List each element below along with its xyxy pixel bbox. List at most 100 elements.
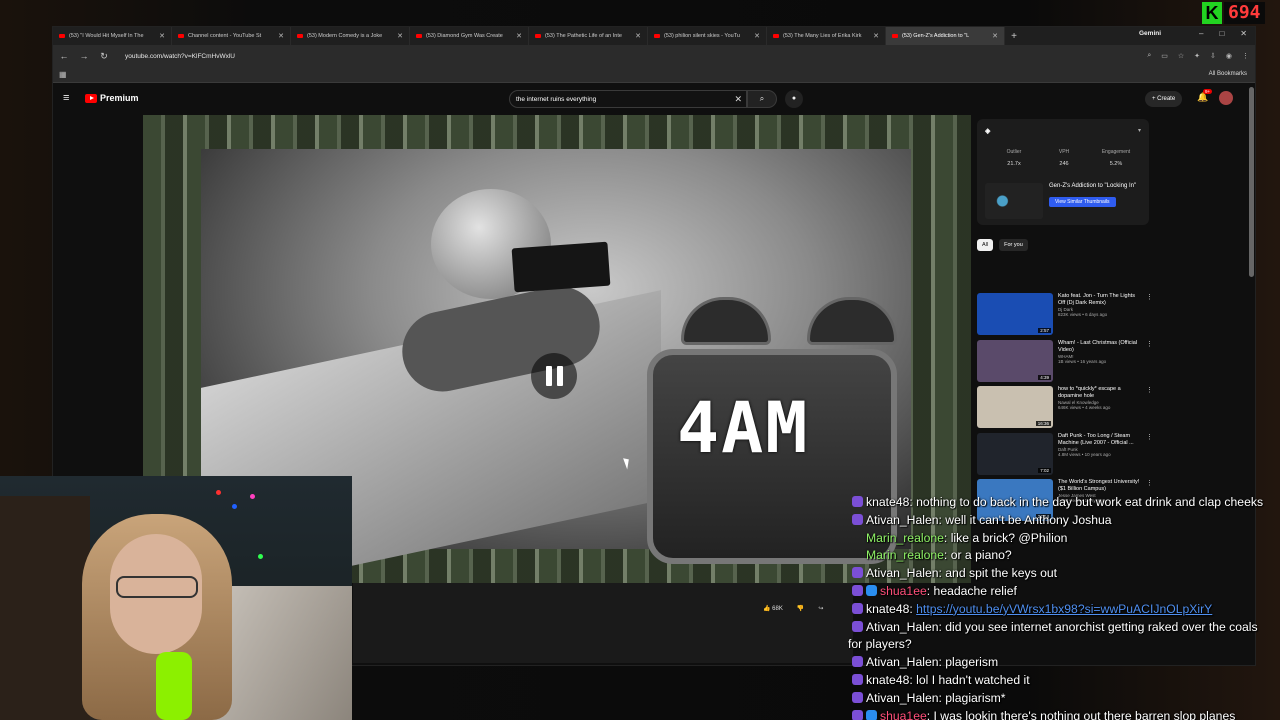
forward-icon[interactable]: → <box>79 51 89 61</box>
video-title[interactable]: Wham! - Last Christmas (Official Video) <box>1058 340 1141 354</box>
chat-username[interactable]: Ativan_Halen <box>866 620 939 634</box>
close-tab-icon[interactable]: ✕ <box>635 32 641 40</box>
close-window-icon[interactable]: ✕ <box>1240 29 1247 38</box>
tab-strip: (53) "I Would Hit Myself In The ✕ Channel … <box>53 27 1255 45</box>
more-actions-icon[interactable]: ⋮ <box>1146 340 1153 384</box>
more-actions-icon[interactable]: ⋮ <box>1146 386 1153 430</box>
hamburger-menu-icon[interactable]: ≡ <box>63 92 69 104</box>
browser-tab[interactable]: (53) Diamond Gym Was Create ✕ <box>410 27 529 45</box>
search-button[interactable]: ⌕ <box>747 90 777 108</box>
clear-search-icon[interactable]: ✕ <box>734 94 742 105</box>
apps-grid-icon[interactable]: ▦ <box>59 70 67 79</box>
close-tab-icon[interactable]: ✕ <box>516 32 522 40</box>
downloads-icon[interactable]: ⇩ <box>1210 52 1216 60</box>
bookmark-star-icon[interactable]: ☆ <box>1178 52 1184 60</box>
chat-username[interactable]: Ativan_Halen <box>866 566 939 580</box>
browser-tab[interactable]: (53) philion silent skies - YouTu ✕ <box>648 27 767 45</box>
browser-tab[interactable]: Channel content - YouTube St ✕ <box>172 27 291 45</box>
close-tab-icon[interactable]: ✕ <box>754 32 760 40</box>
chat-message: knate48: lol I hadn't watched it <box>848 672 1270 690</box>
chat-username[interactable]: shua1ee <box>880 709 927 720</box>
menu-icon[interactable]: ⋮ <box>1242 52 1249 60</box>
gemini-button[interactable]: Gemini <box>1139 30 1161 37</box>
create-button[interactable]: + Create <box>1145 91 1183 107</box>
dislike-icon[interactable]: 👎 <box>797 605 804 612</box>
gift-badge-icon <box>866 709 877 720</box>
maximize-icon[interactable]: □ <box>1219 29 1224 38</box>
video-thumbnail[interactable]: 7:02 <box>977 433 1053 475</box>
close-tab-icon[interactable]: ✕ <box>992 32 998 40</box>
chat-username[interactable]: Ativan_Halen <box>866 655 939 669</box>
video-thumbnail[interactable]: 16:36 <box>977 386 1053 428</box>
browser-tab[interactable]: (53) "I Would Hit Myself In The ✕ <box>53 27 172 45</box>
chat-username[interactable]: Marin_realone <box>866 531 944 545</box>
youtube-favicon-icon <box>297 34 303 38</box>
stat-value: 5.2% <box>1109 161 1123 167</box>
chat-username[interactable]: knate48 <box>866 602 909 616</box>
youtube-logo[interactable]: Premium <box>85 93 139 103</box>
chat-username[interactable]: knate48 <box>866 495 909 509</box>
minimize-icon[interactable]: – <box>1199 29 1203 38</box>
chip-all[interactable]: All <box>977 239 994 251</box>
chat-text: : plagiarism* <box>938 690 1006 705</box>
browser-tab[interactable]: (53) Gen-Z's Addiction to "L ✕ <box>886 27 1005 45</box>
all-bookmarks-button[interactable]: All Bookmarks <box>1209 71 1247 77</box>
chat-text: : headache relief <box>926 583 1017 598</box>
back-icon[interactable]: ← <box>59 51 69 61</box>
video-title[interactable]: The World's Strongest University! ($1 Bi… <box>1058 479 1141 493</box>
pause-button[interactable] <box>531 353 577 399</box>
voice-search-button[interactable]: ● <box>785 90 803 108</box>
account-avatar[interactable] <box>1219 91 1233 105</box>
video-title[interactable]: Daft Punk - Too Long / Steam Machine (Li… <box>1058 433 1141 447</box>
view-similar-thumbnails-button[interactable]: View Similar Thumbnails <box>1049 197 1116 208</box>
video-title[interactable]: how to *quickly* escape a dopamine hole <box>1058 386 1141 400</box>
stat-label: VPH <box>1058 149 1070 155</box>
search-input[interactable]: the internet ruins everything ✕ <box>509 90 747 108</box>
recommended-video[interactable]: 16:36 how to *quickly* escape a dopamine … <box>977 386 1153 430</box>
subscriber-badge-icon <box>852 709 863 720</box>
zoom-icon[interactable]: ⌕ <box>1147 52 1151 60</box>
clock-bell-left <box>681 297 771 345</box>
chat-link[interactable]: https://youtu.be/yVWrsx1bx98?si=wwPuACIJ… <box>916 602 1212 616</box>
share-icon[interactable]: ↪ <box>818 605 823 612</box>
more-actions-icon[interactable]: ⋮ <box>1146 293 1153 337</box>
recommended-video[interactable]: 7:02 Daft Punk - Too Long / Steam Machine… <box>977 433 1153 477</box>
chip-for-you[interactable]: For you <box>999 239 1028 251</box>
chat-username[interactable]: Ativan_Halen <box>866 513 939 527</box>
url-field[interactable]: youtube.com/watch?v=KlFCmHvWxlU <box>125 53 1137 60</box>
cast-icon[interactable]: ▭ <box>1161 52 1168 60</box>
extensions-icon[interactable]: ✦ <box>1194 52 1200 60</box>
extension-dropdown-icon[interactable]: ▾ <box>1138 127 1141 134</box>
scrollbar[interactable] <box>1249 87 1254 277</box>
new-tab-icon[interactable]: + <box>1005 31 1023 42</box>
chat-username[interactable]: knate48 <box>866 673 909 687</box>
tab-title: (53) "I Would Hit Myself In The <box>69 33 144 39</box>
close-tab-icon[interactable]: ✕ <box>159 32 165 40</box>
recommended-video[interactable]: 4:39 Wham! - Last Christmas (Official Vid… <box>977 340 1153 384</box>
browser-tab[interactable]: (53) The Pathetic Life of an Inte ✕ <box>529 27 648 45</box>
reload-icon[interactable]: ↻ <box>99 51 109 62</box>
chat-username[interactable]: shua1ee <box>880 584 927 598</box>
like-button[interactable]: 👍 68K <box>763 605 783 612</box>
extension-logo-icon: ◈ <box>985 128 991 135</box>
close-tab-icon[interactable]: ✕ <box>397 32 403 40</box>
chat-username[interactable]: Ativan_Halen <box>866 691 939 705</box>
chat-message: shua1ee: headache relief <box>848 583 1270 601</box>
recommended-video[interactable]: 2:57 Kato feat. Jon - Turn The Lights Off… <box>977 293 1153 337</box>
browser-tab[interactable]: (53) Modern Comedy is a Joke ✕ <box>291 27 410 45</box>
video-stats: 4.8M views • 10 years ago <box>1058 452 1111 458</box>
chat-username[interactable]: Marin_realone <box>866 548 944 562</box>
video-title[interactable]: Kato feat. Jon - Turn The Lights Off (Dj… <box>1058 293 1141 307</box>
browser-tab[interactable]: (53) The Many Lies of Erika Kirk ✕ <box>767 27 886 45</box>
video-thumbnail[interactable]: 2:57 <box>977 293 1053 335</box>
pause-icon-bar-right <box>556 366 563 386</box>
video-duration: 7:02 <box>1038 468 1051 473</box>
subscriber-badge-icon <box>852 620 863 632</box>
profile-icon[interactable]: ◉ <box>1226 52 1232 60</box>
stat-outlier: Outlier 21.7x <box>989 149 1039 167</box>
close-tab-icon[interactable]: ✕ <box>873 32 879 40</box>
tab-title: (53) philion silent skies - YouTu <box>664 33 740 39</box>
close-tab-icon[interactable]: ✕ <box>278 32 284 40</box>
more-actions-icon[interactable]: ⋮ <box>1146 433 1153 477</box>
video-thumbnail[interactable]: 4:39 <box>977 340 1053 382</box>
